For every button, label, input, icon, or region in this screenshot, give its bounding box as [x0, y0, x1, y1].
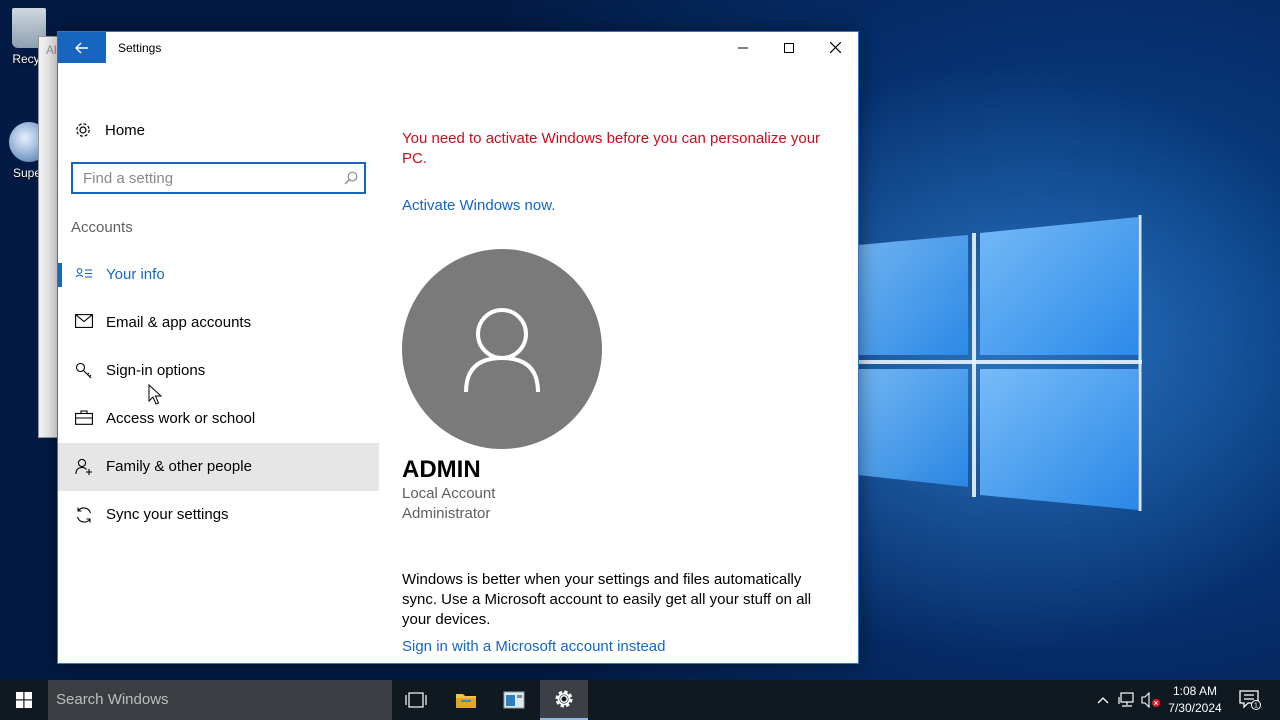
user-name: ADMIN [402, 456, 481, 483]
microsoft-signin-link[interactable]: Sign in with a Microsoft account instead [402, 638, 665, 655]
user-avatar-icon [464, 308, 540, 393]
find-setting-input[interactable] [73, 164, 364, 192]
network-status-button[interactable] [1116, 680, 1138, 720]
task-view-icon [405, 692, 427, 708]
clock-time: 1:08 AM [1172, 684, 1218, 698]
home-nav-item[interactable]: Home [58, 115, 379, 147]
server-manager-button[interactable] [490, 680, 538, 720]
sync-message: Windows is better when your settings and… [402, 571, 812, 628]
back-arrow-icon [75, 42, 88, 53]
taskbar-search-placeholder: Search Windows [56, 691, 169, 708]
sidebar-item-label: Sync your settings [106, 506, 229, 523]
maximize-icon [784, 42, 794, 53]
chevron-up-icon [1097, 697, 1109, 704]
search-icon[interactable] [344, 171, 358, 185]
key-icon [75, 362, 92, 379]
sidebar-item-label: Your info [106, 266, 165, 283]
sidebar-item-sign-in-options[interactable]: Sign-in options [58, 347, 379, 395]
avatar [402, 249, 602, 449]
show-hidden-icons-button[interactable] [1094, 680, 1112, 720]
title-bar[interactable]: Settings [58, 32, 858, 63]
sidebar-item-email-app-accounts[interactable]: Email & app accounts [58, 299, 379, 347]
add-person-icon [75, 458, 92, 475]
task-view-button[interactable] [392, 680, 440, 720]
find-setting-search-box [71, 162, 366, 194]
sidebar-item-label: Access work or school [106, 410, 256, 427]
notification-count: 1 [1254, 703, 1258, 710]
server-manager-icon [503, 691, 525, 709]
close-button[interactable] [812, 32, 858, 63]
file-explorer-button[interactable] [442, 680, 490, 720]
sidebar-item-label: Sign-in options [106, 362, 206, 379]
home-label: Home [105, 122, 146, 139]
volume-muted-icon [1141, 692, 1160, 708]
windows-start-icon [16, 692, 32, 708]
windows-wallpaper-logo [858, 215, 1142, 511]
account-role: Administrator [402, 505, 491, 522]
sidebar-item-access-work-school[interactable]: Access work or school [58, 395, 379, 443]
mouse-pointer-icon [148, 384, 162, 405]
sidebar-item-label: Family & other people [106, 458, 252, 475]
gear-icon [555, 690, 573, 708]
window-title: Settings [118, 41, 162, 55]
briefcase-icon [75, 410, 93, 425]
clock-date: 7/30/2024 [1168, 701, 1222, 715]
start-button[interactable] [0, 680, 48, 720]
minimize-button[interactable] [720, 32, 766, 63]
account-type: Local Account [402, 485, 496, 502]
close-icon [829, 42, 841, 53]
contact-card-icon [75, 268, 92, 278]
taskbar-clock[interactable]: 1:08 AM 7/30/2024 [1160, 683, 1230, 717]
gear-icon [76, 123, 90, 137]
folder-icon [456, 694, 476, 708]
back-button[interactable] [58, 32, 106, 63]
activate-windows-link[interactable]: Activate Windows now. [402, 197, 555, 214]
your-info-page: You need to activate Windows before you … [402, 63, 842, 663]
minimize-icon [738, 47, 748, 48]
section-title: Accounts [71, 219, 133, 236]
taskbar-search-box[interactable]: Search Windows [48, 680, 392, 720]
sidebar-item-label: Email & app accounts [106, 314, 252, 331]
action-center-button[interactable]: 1 [1232, 680, 1268, 720]
sidebar-item-sync-settings[interactable]: Sync your settings [58, 491, 379, 539]
settings-window: Settings Home Accounts [57, 31, 859, 664]
activation-warning: You need to activate Windows before you … [402, 130, 821, 167]
maximize-button[interactable] [766, 32, 812, 63]
background-window-text: Al [46, 43, 57, 57]
selected-indicator [58, 263, 62, 287]
taskbar: Search Windows 1:08 AM 7/30/2024 1 [0, 680, 1280, 720]
notification-icon: 1 [1239, 690, 1261, 710]
sidebar-item-family-other-people[interactable]: Family & other people [58, 443, 379, 491]
sidebar-item-your-info[interactable]: Your info [58, 251, 379, 299]
sidebar: Home Accounts Your info [58, 63, 379, 663]
sync-icon [76, 507, 92, 523]
volume-button[interactable] [1140, 680, 1162, 720]
settings-taskbar-button[interactable] [540, 680, 588, 720]
network-icon [1118, 692, 1134, 707]
mail-icon [75, 314, 93, 328]
